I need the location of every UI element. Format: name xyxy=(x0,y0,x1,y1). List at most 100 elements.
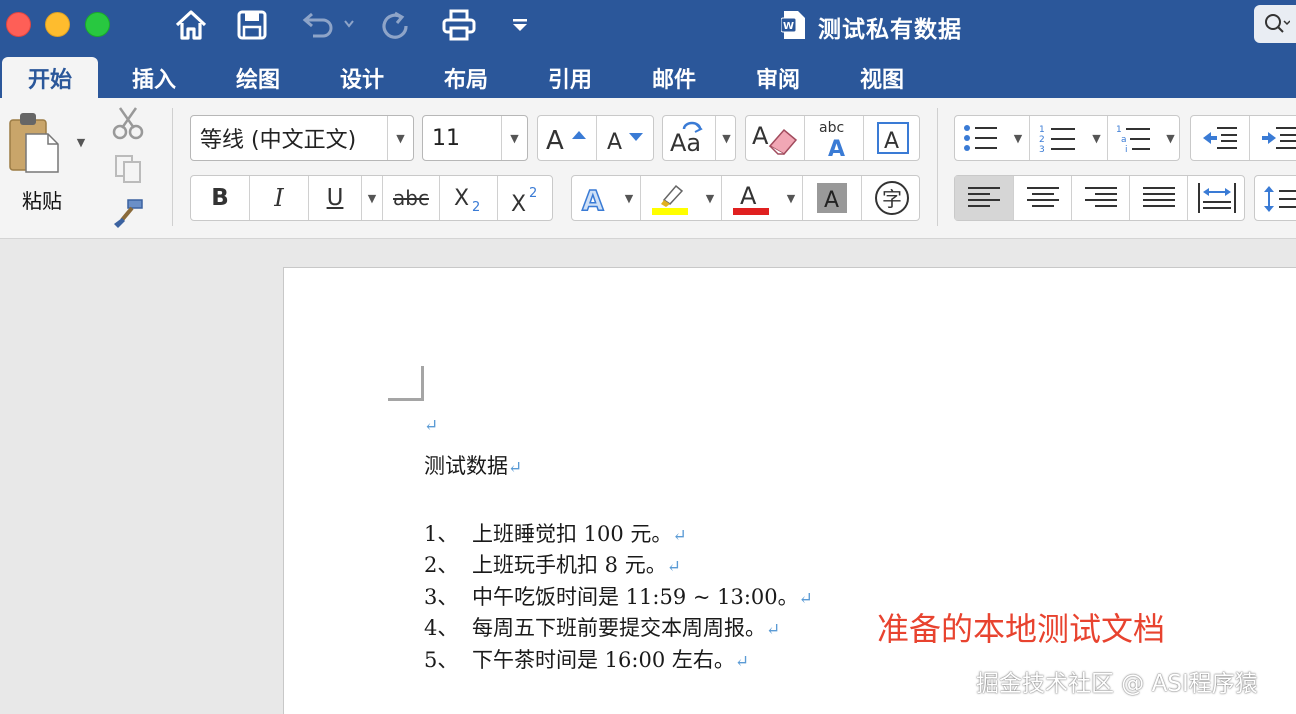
tab-review[interactable]: 审阅 xyxy=(736,57,820,98)
font-color-button[interactable]: A xyxy=(722,176,780,220)
eraser-icon: A xyxy=(752,122,798,155)
cut-button[interactable] xyxy=(110,106,146,140)
numbering-dropdown[interactable]: ▼ xyxy=(1086,116,1107,160)
minimize-window-button[interactable] xyxy=(45,12,70,37)
text-effects-dropdown[interactable]: ▼ xyxy=(618,176,640,220)
paragraph-mark: ↵ xyxy=(672,526,687,546)
empty-paragraph[interactable]: ↵ xyxy=(424,412,438,436)
annotation-caption: 准备的本地测试文档 xyxy=(877,610,1166,648)
close-window-button[interactable] xyxy=(6,12,31,37)
svg-text:X: X xyxy=(511,192,526,213)
numbering-button[interactable]: 123 xyxy=(1030,116,1086,160)
shrink-font-icon: A xyxy=(607,130,643,153)
chevron-down-icon[interactable]: ▼ xyxy=(501,116,527,160)
bullets-button[interactable] xyxy=(955,116,1007,160)
list-item[interactable]: 5、 下午茶时间是 16:00 左右。↵ xyxy=(424,644,749,674)
svg-text:1: 1 xyxy=(1116,125,1122,135)
highlight-button[interactable] xyxy=(641,176,699,220)
align-left-button[interactable] xyxy=(955,176,1013,220)
font-name-select[interactable]: 等线 (中文正文) ▼ xyxy=(190,115,414,161)
save-icon[interactable] xyxy=(234,6,270,44)
svg-text:A: A xyxy=(546,126,564,153)
format-painter-button[interactable] xyxy=(110,196,146,230)
multilevel-list-dropdown[interactable]: ▼ xyxy=(1160,116,1181,160)
undo-icon[interactable] xyxy=(297,6,357,44)
chevron-down-icon[interactable]: ▼ xyxy=(387,116,413,160)
increase-indent-button[interactable] xyxy=(1250,116,1296,160)
bold-button[interactable]: B xyxy=(191,176,249,220)
multilevel-list-button[interactable]: 1ai xyxy=(1108,116,1160,160)
paste-options-dropdown[interactable]: ▼ xyxy=(74,134,88,150)
superscript-button[interactable]: X2 xyxy=(498,176,554,220)
paste-button[interactable] xyxy=(8,110,64,176)
bullets-dropdown[interactable]: ▼ xyxy=(1007,116,1029,160)
distributed-button[interactable] xyxy=(1188,176,1246,220)
home-icon[interactable] xyxy=(172,6,210,44)
highlight-dropdown[interactable]: ▼ xyxy=(699,176,721,220)
underline-button[interactable]: U xyxy=(309,176,361,220)
align-center-button[interactable] xyxy=(1014,176,1071,220)
font-color-dropdown[interactable]: ▼ xyxy=(780,176,802,220)
zoom-window-button[interactable] xyxy=(85,12,110,37)
tab-mailings[interactable]: 邮件 xyxy=(632,57,716,98)
subscript-button[interactable]: X2 xyxy=(440,176,497,220)
tab-insert[interactable]: 插入 xyxy=(112,57,196,98)
text-style-buttons: B I U ▼ abc X2 X2 xyxy=(190,175,553,221)
increase-indent-icon xyxy=(1262,127,1296,149)
tab-design[interactable]: 设计 xyxy=(320,57,404,98)
font-color-buttons: A ▼ ▼ A ▼ A 字 xyxy=(571,175,920,221)
svg-text:2: 2 xyxy=(1039,135,1045,145)
watermark: 掘金技术社区 @ ASI程序猿 xyxy=(976,671,1258,697)
clipboard-icon xyxy=(9,113,59,173)
line-spacing-button[interactable] xyxy=(1254,175,1296,221)
tab-home[interactable]: 开始 xyxy=(2,57,98,98)
tab-view[interactable]: 视图 xyxy=(840,57,924,98)
align-right-button[interactable] xyxy=(1072,176,1129,220)
text-effects-button[interactable]: A xyxy=(572,176,618,220)
character-shading-icon: A xyxy=(817,183,847,213)
print-icon[interactable] xyxy=(440,6,478,44)
font-effects-buttons: A abc A A xyxy=(745,115,920,161)
tab-layout[interactable]: 布局 xyxy=(424,57,508,98)
decrease-indent-button[interactable] xyxy=(1191,116,1249,160)
change-case-button[interactable]: Aa ▼ xyxy=(662,115,736,161)
list-item[interactable]: 3、 中午吃饭时间是 11:59 ~ 13:00。↵ xyxy=(424,581,813,611)
subscript-icon: X2 xyxy=(454,186,480,213)
justify-button[interactable] xyxy=(1130,176,1187,220)
list-item[interactable]: 2、 上班玩手机扣 8 元。↵ xyxy=(424,549,681,579)
phonetic-guide-button[interactable]: abc A xyxy=(805,116,863,160)
list-item[interactable]: 4、 每周五下班前要提交本周周报。↵ xyxy=(424,612,780,642)
character-shading-button[interactable]: A xyxy=(803,176,861,220)
search-button[interactable] xyxy=(1254,5,1296,43)
underline-dropdown[interactable]: ▼ xyxy=(362,176,382,220)
shrink-font-button[interactable]: A xyxy=(597,116,655,160)
tab-references[interactable]: 引用 xyxy=(528,57,612,98)
font-size-select[interactable]: 11 ▼ xyxy=(422,115,528,161)
svg-text:A: A xyxy=(752,122,769,150)
document-heading[interactable]: 测试数据↵ xyxy=(424,450,522,480)
font-color-icon: A xyxy=(733,182,769,215)
clear-formatting-button[interactable]: A xyxy=(746,116,804,160)
character-border-button[interactable]: A xyxy=(864,116,921,160)
italic-button[interactable]: I xyxy=(250,176,308,220)
list-number: 5、 xyxy=(424,648,459,672)
search-icon xyxy=(1265,14,1290,33)
tab-draw[interactable]: 绘图 xyxy=(216,57,300,98)
chevron-down-icon[interactable]: ▼ xyxy=(716,116,737,160)
customize-toolbar-icon[interactable] xyxy=(508,6,532,44)
svg-text:字: 字 xyxy=(882,187,902,211)
svg-text:3: 3 xyxy=(1039,145,1045,153)
strikethrough-button[interactable]: abc xyxy=(383,176,439,220)
list-text: 每周五下班前要提交本周周报。 xyxy=(472,616,766,640)
align-center-icon xyxy=(1026,187,1059,207)
svg-text:A: A xyxy=(884,129,899,154)
grow-font-button[interactable]: A xyxy=(538,116,596,160)
copy-button[interactable] xyxy=(112,152,144,184)
indent-buttons xyxy=(1190,115,1296,161)
paintbrush-icon xyxy=(114,199,143,228)
redo-icon[interactable] xyxy=(378,6,412,44)
ribbon-tab-bar: 开始 插入 绘图 设计 布局 引用 邮件 审阅 视图 xyxy=(0,52,1296,98)
list-item[interactable]: 1、 上班睡觉扣 100 元。↵ xyxy=(424,518,687,548)
enclose-characters-button[interactable]: 字 xyxy=(862,176,921,220)
svg-text:Aa: Aa xyxy=(670,129,701,155)
